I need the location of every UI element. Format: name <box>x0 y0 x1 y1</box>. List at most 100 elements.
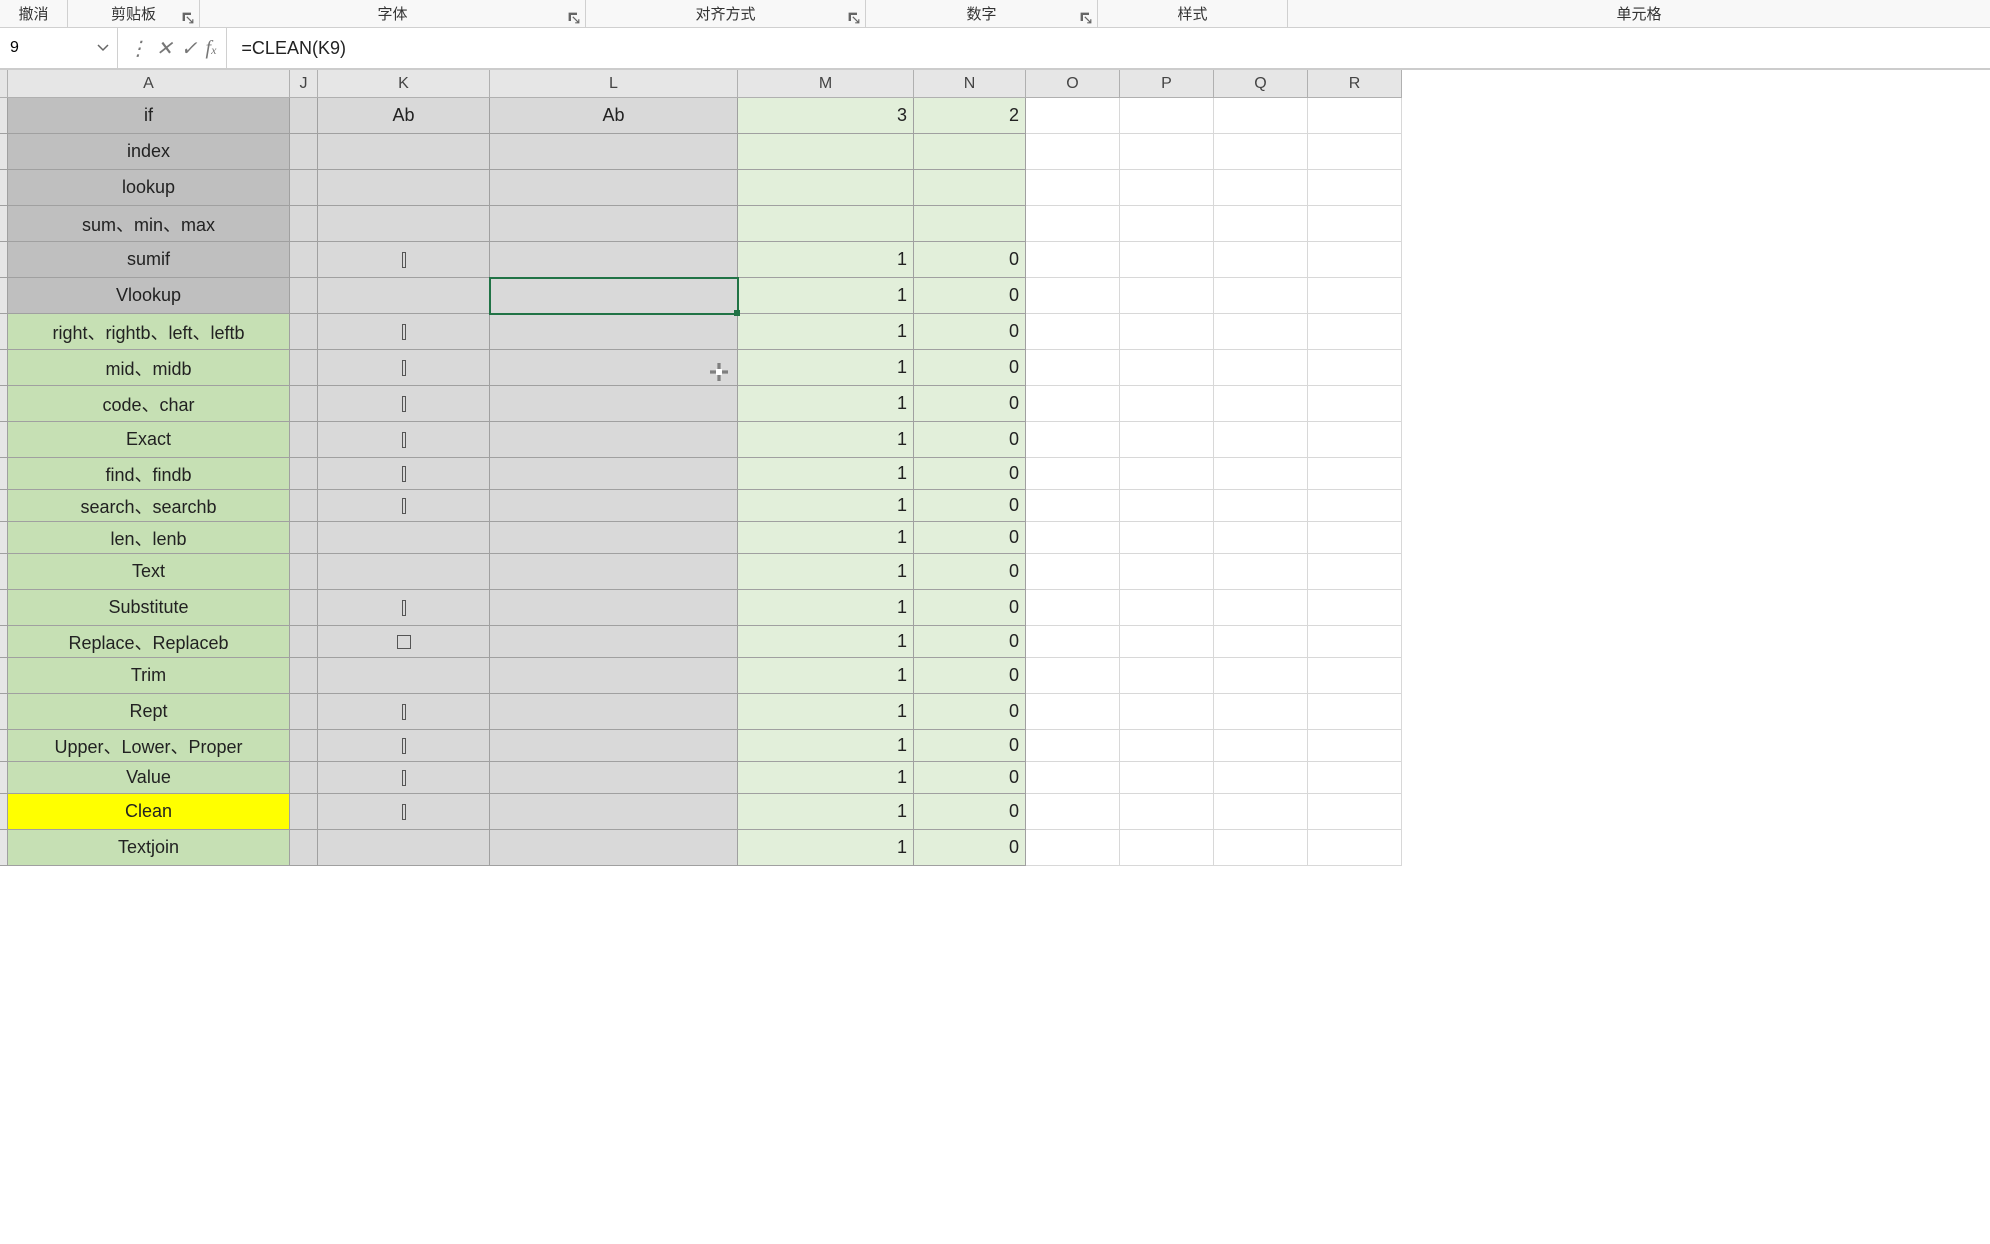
cell-M[interactable]: 1 <box>738 350 914 386</box>
cell-blank[interactable] <box>1214 730 1308 762</box>
cell-A[interactable]: Text <box>8 554 290 590</box>
cell-blank[interactable] <box>1120 386 1214 422</box>
cell-blank[interactable] <box>1308 314 1402 350</box>
cell-N[interactable]: 0 <box>914 242 1026 278</box>
cell-blank[interactable] <box>1214 830 1308 866</box>
cell-M[interactable]: 1 <box>738 658 914 694</box>
cell-K[interactable]: Ab <box>318 98 490 134</box>
cell-A[interactable]: Value <box>8 762 290 794</box>
cell-M[interactable]: 1 <box>738 554 914 590</box>
row-header[interactable] <box>0 98 8 134</box>
cell-J[interactable] <box>290 458 318 490</box>
accept-formula-icon[interactable]: ✓ <box>181 36 198 61</box>
cell-blank[interactable] <box>1026 694 1120 730</box>
cell-blank[interactable] <box>1308 206 1402 242</box>
cell-J[interactable] <box>290 422 318 458</box>
cell-N[interactable]: 0 <box>914 830 1026 866</box>
col-header-O[interactable]: O <box>1026 70 1120 98</box>
col-header-K[interactable]: K <box>318 70 490 98</box>
ribbon-group-font[interactable]: 字体 <box>200 0 586 27</box>
cell-blank[interactable] <box>1026 386 1120 422</box>
cell-K[interactable] <box>318 386 490 422</box>
cancel-formula-icon[interactable]: ✕ <box>156 36 173 61</box>
ribbon-group-number[interactable]: 数字 <box>866 0 1098 27</box>
cell-A[interactable]: sum、min、max <box>8 206 290 242</box>
cell-K[interactable] <box>318 762 490 794</box>
cell-L[interactable] <box>490 658 738 694</box>
dialog-launcher-icon[interactable] <box>1079 11 1093 25</box>
cell-blank[interactable] <box>1026 490 1120 522</box>
cell-K[interactable] <box>318 490 490 522</box>
row-header[interactable] <box>0 242 8 278</box>
dialog-launcher-icon[interactable] <box>847 11 861 25</box>
cell-blank[interactable] <box>1214 314 1308 350</box>
cell-J[interactable] <box>290 794 318 830</box>
cell-L[interactable] <box>490 170 738 206</box>
col-header-Q[interactable]: Q <box>1214 70 1308 98</box>
cell-A[interactable]: Vlookup <box>8 278 290 314</box>
cell-L[interactable] <box>490 590 738 626</box>
cell-blank[interactable] <box>1120 830 1214 866</box>
cell-blank[interactable] <box>1120 554 1214 590</box>
cell-A[interactable]: sumif <box>8 242 290 278</box>
cell-blank[interactable] <box>1214 422 1308 458</box>
cell-A[interactable]: code、char <box>8 386 290 422</box>
cell-blank[interactable] <box>1214 554 1308 590</box>
name-box[interactable]: 9 <box>0 28 118 68</box>
cell-blank[interactable] <box>1026 278 1120 314</box>
cell-A[interactable]: if <box>8 98 290 134</box>
cell-J[interactable] <box>290 626 318 658</box>
cell-A[interactable]: find、findb <box>8 458 290 490</box>
cell-M[interactable]: 1 <box>738 490 914 522</box>
cell-N[interactable] <box>914 134 1026 170</box>
cell-blank[interactable] <box>1308 242 1402 278</box>
row-header[interactable] <box>0 762 8 794</box>
cell-A[interactable]: Rept <box>8 694 290 730</box>
cell-blank[interactable] <box>1308 762 1402 794</box>
cell-M[interactable]: 3 <box>738 98 914 134</box>
cell-blank[interactable] <box>1214 658 1308 694</box>
dialog-launcher-icon[interactable] <box>567 11 581 25</box>
cell-N[interactable]: 0 <box>914 422 1026 458</box>
row-header[interactable] <box>0 626 8 658</box>
cell-A[interactable]: len、lenb <box>8 522 290 554</box>
cell-L[interactable] <box>490 730 738 762</box>
cell-K[interactable] <box>318 830 490 866</box>
cell-blank[interactable] <box>1026 98 1120 134</box>
row-header[interactable] <box>0 554 8 590</box>
cell-blank[interactable] <box>1026 242 1120 278</box>
cell-blank[interactable] <box>1308 98 1402 134</box>
cell-blank[interactable] <box>1308 170 1402 206</box>
cell-M[interactable]: 1 <box>738 626 914 658</box>
cell-M[interactable]: 1 <box>738 590 914 626</box>
cell-blank[interactable] <box>1120 590 1214 626</box>
cell-N[interactable]: 0 <box>914 554 1026 590</box>
cell-N[interactable]: 0 <box>914 386 1026 422</box>
cell-L[interactable] <box>490 554 738 590</box>
cell-K[interactable] <box>318 422 490 458</box>
cell-K[interactable] <box>318 242 490 278</box>
cell-blank[interactable] <box>1308 134 1402 170</box>
col-header-J[interactable]: J <box>290 70 318 98</box>
cell-blank[interactable] <box>1214 490 1308 522</box>
cell-blank[interactable] <box>1308 458 1402 490</box>
cell-blank[interactable] <box>1026 590 1120 626</box>
cell-K[interactable] <box>318 170 490 206</box>
cell-M[interactable]: 1 <box>738 522 914 554</box>
cell-blank[interactable] <box>1120 422 1214 458</box>
cell-K[interactable] <box>318 626 490 658</box>
ribbon-group-clipboard[interactable]: 剪贴板 <box>68 0 200 27</box>
row-header[interactable] <box>0 422 8 458</box>
cell-M[interactable]: 1 <box>738 278 914 314</box>
cell-blank[interactable] <box>1120 794 1214 830</box>
formula-input[interactable]: =CLEAN(K9) <box>227 38 1990 59</box>
cell-A[interactable]: lookup <box>8 170 290 206</box>
cell-L[interactable] <box>490 134 738 170</box>
cell-blank[interactable] <box>1120 730 1214 762</box>
cell-M[interactable]: 1 <box>738 830 914 866</box>
cell-blank[interactable] <box>1120 490 1214 522</box>
cell-A[interactable]: Clean <box>8 794 290 830</box>
cell-K[interactable] <box>318 590 490 626</box>
cell-blank[interactable] <box>1026 350 1120 386</box>
cell-J[interactable] <box>290 278 318 314</box>
